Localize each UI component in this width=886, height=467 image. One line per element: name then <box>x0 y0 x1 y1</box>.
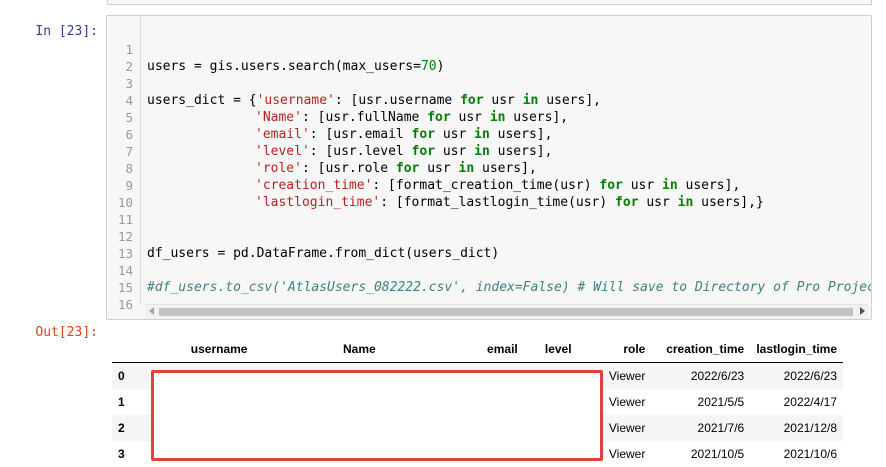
creation-time-cell: 2021/10/5 <box>690 446 745 461</box>
redaction-box <box>151 370 603 461</box>
code-line-1[interactable]: 1 users = gis.users.search(max_users=70) <box>107 24 871 74</box>
code-line-13[interactable]: 13 <box>107 228 871 261</box>
column-header-creation-time: creation_time <box>651 336 751 363</box>
output-prompt: Out[23]: <box>35 325 98 340</box>
row-index: 1 <box>118 394 125 409</box>
scroll-right-arrow-icon[interactable] <box>860 307 865 315</box>
code-line-10[interactable]: 10 <box>107 177 871 210</box>
column-header-name: Name <box>253 336 382 363</box>
line-number: 16 <box>117 297 133 312</box>
code-line-4[interactable]: 4 'Name': [usr.fullName for usr in users… <box>107 75 871 125</box>
code-line-15[interactable]: 15 <box>107 262 871 295</box>
creation-time-cell: 2021/5/5 <box>697 394 745 409</box>
code-line-8[interactable]: 8 'creation_time': [format_creation_time… <box>107 143 871 193</box>
code-line-7[interactable]: 7 'role': [usr.role for usr in users], <box>107 126 871 176</box>
scrollbar-thumb[interactable] <box>159 308 853 316</box>
lastlogin-time-cell: 2022/4/17 <box>783 394 837 409</box>
lastlogin-time-cell: 2021/12/8 <box>783 420 837 435</box>
row-index: 3 <box>118 446 125 461</box>
table-header-row: username Name email level role creation_… <box>112 336 843 363</box>
input-prompt: In [23]: <box>35 24 98 39</box>
scroll-left-arrow-icon[interactable] <box>149 307 154 315</box>
code-line-9[interactable]: 9 'lastlogin_time': [format_lastlogin_ti… <box>107 160 871 210</box>
column-header-email: email <box>381 336 524 363</box>
horizontal-scrollbar[interactable] <box>145 304 869 319</box>
creation-time-cell: 2021/7/6 <box>697 420 745 435</box>
code-line-14[interactable]: 14 #df_users.to_csv('AtlasUsers_082222.c… <box>107 245 871 295</box>
code-line-3[interactable]: 3 users_dict = {'username': [usr.usernam… <box>107 58 871 108</box>
index-header <box>112 336 150 363</box>
column-header-level: level <box>523 336 578 363</box>
creation-time-cell: 2022/6/23 <box>690 368 745 383</box>
row-index: 0 <box>118 368 125 383</box>
code-line-12[interactable]: 12 df_users = pd.DataFrame.from_dict(use… <box>107 211 871 261</box>
column-header-lastlogin-time: lastlogin_time <box>750 336 843 363</box>
previous-cell-edge <box>107 0 872 5</box>
code-line-6[interactable]: 6 'level': [usr.level for usr in users], <box>107 109 871 159</box>
row-index: 2 <box>118 420 125 435</box>
code-cell-input[interactable]: 1 users = gis.users.search(max_users=70)… <box>106 15 872 320</box>
code-line-5[interactable]: 5 'email': [usr.email for usr in users], <box>107 92 871 142</box>
code-line-2[interactable]: 2 <box>107 41 871 74</box>
lastlogin-time-cell: 2022/6/23 <box>783 368 837 383</box>
column-header-role: role <box>577 336 652 363</box>
column-header-username: username <box>149 336 254 363</box>
lastlogin-time-cell: 2021/10/6 <box>783 446 837 461</box>
code-line-11[interactable]: 11 <box>107 194 871 227</box>
code-line-16[interactable]: 16 df_users <box>107 279 871 319</box>
